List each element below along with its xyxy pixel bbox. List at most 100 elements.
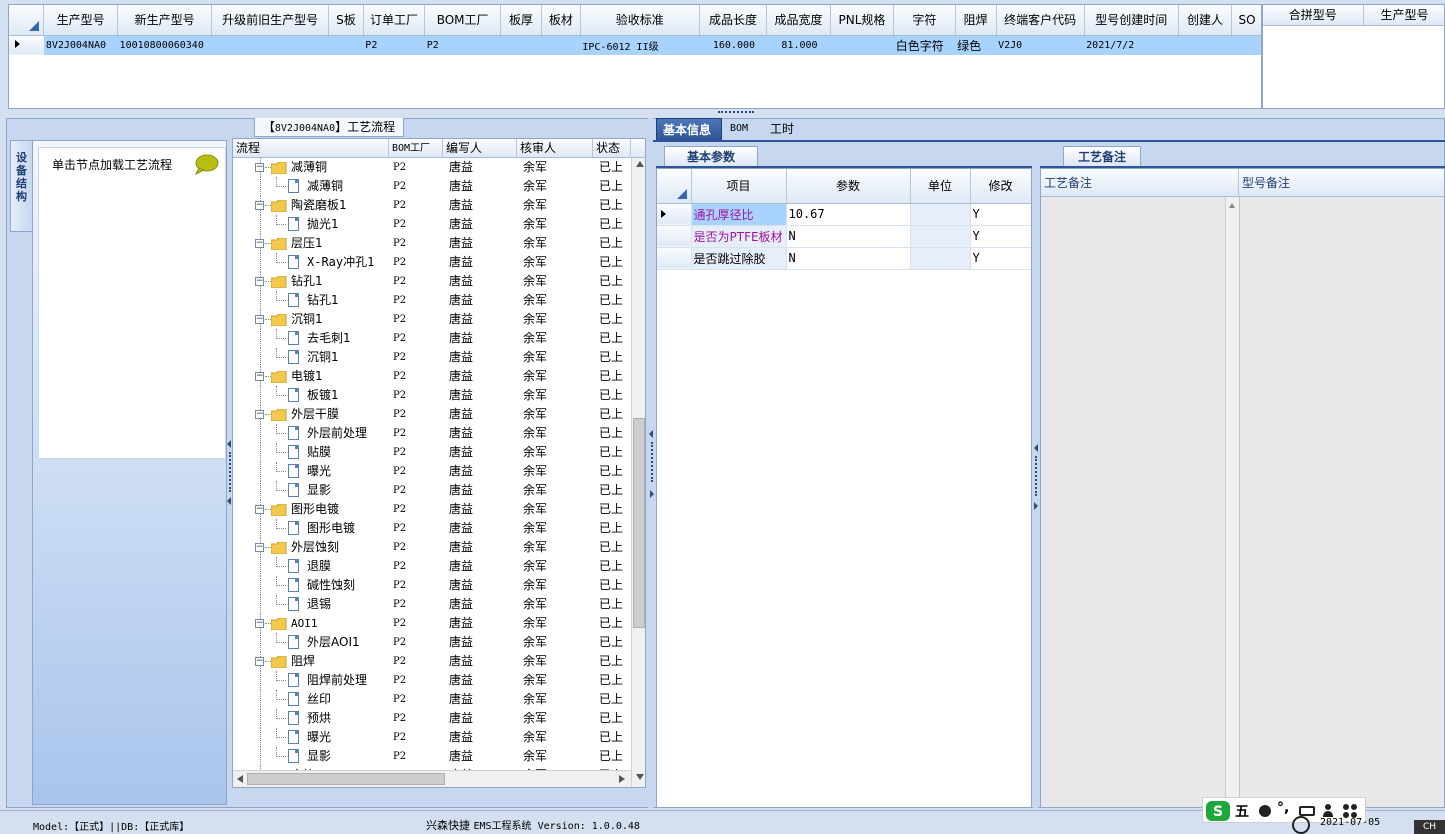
tree-node-label[interactable]: 外层蚀刻 (291, 538, 339, 557)
tree-cell-writer[interactable]: 唐益 (449, 272, 473, 291)
grid-cell[interactable] (328, 35, 364, 55)
grid-col-header[interactable]: SO (1231, 5, 1261, 36)
tree-cell-writer[interactable]: 唐益 (449, 576, 473, 595)
tree-cell-status[interactable]: 已上网 (599, 215, 631, 234)
tree-group-node[interactable]: − AOI1 P2 唐益 余军 已上网 (233, 614, 631, 633)
tree-node-label[interactable]: 外层AOI1 (307, 633, 360, 652)
grid-col-header[interactable]: 生产型号 (43, 5, 119, 36)
tree-cell-reviewer[interactable]: 余军 (523, 671, 547, 690)
grid-col-header[interactable]: 字符 (893, 5, 956, 36)
tree-cell-reviewer[interactable]: 余军 (523, 424, 547, 443)
tree-cell-writer[interactable]: 唐益 (449, 367, 473, 386)
collapse-node-icon[interactable]: − (255, 315, 264, 324)
tree-cell-writer[interactable]: 唐益 (449, 614, 473, 633)
tree-cell-status[interactable]: 已上网 (599, 500, 631, 519)
tree-cell-bom[interactable]: P2 (393, 215, 406, 234)
scroll-left-icon[interactable] (237, 775, 243, 783)
tree-node-label[interactable]: 贴膜 (307, 443, 331, 462)
tree-cell-writer[interactable]: 唐益 (449, 652, 473, 671)
tree-cell-reviewer[interactable]: 余军 (523, 747, 547, 766)
tree-group-node[interactable]: − 图形电镀 P2 唐益 余军 已上网 (233, 500, 631, 519)
tree-cell-writer[interactable]: 唐益 (449, 519, 473, 538)
tree-cell-bom[interactable]: P2 (393, 576, 406, 595)
collapse-right-icon[interactable] (1034, 502, 1038, 510)
tree-group-node[interactable]: − 电镀1 P2 唐益 余军 已上网 (233, 367, 631, 386)
tree-node-label[interactable]: 预烘 (307, 709, 331, 728)
tree-node-label[interactable]: 外层前处理 (307, 424, 367, 443)
tree-step-node[interactable]: 抛光1 P2 唐益 余军 已上网 (233, 215, 631, 234)
tree-group-node[interactable]: − 层压1 P2 唐益 余军 已上网 (233, 234, 631, 253)
tree-node-label[interactable]: 图形电镀 (307, 519, 355, 538)
tree-cell-writer[interactable]: 唐益 (449, 538, 473, 557)
tab-process-remarks[interactable]: 工艺备注 (1063, 146, 1141, 167)
param-unit[interactable] (910, 203, 971, 226)
tree-cell-status[interactable]: 已上网 (599, 196, 631, 215)
production-model-grid[interactable]: 生产型号 新生产型号 升级前旧生产型号 S板 订单工厂 BOM工厂 板厚 板材 验收标准 成品长度… (8, 4, 1262, 109)
tree-cell-reviewer[interactable]: 余军 (523, 538, 547, 557)
tree-cell-writer[interactable]: 唐益 (449, 500, 473, 519)
tree-col-writer[interactable]: 编写人 (443, 139, 517, 158)
param-item[interactable]: 通孔厚径比 (691, 203, 787, 226)
tree-step-node[interactable]: 显影 P2 唐益 余军 已上网 (233, 747, 631, 766)
grid-cell[interactable]: 2021/7/2 (1084, 35, 1179, 55)
tab-work-hours[interactable]: 工时 (764, 118, 800, 140)
tree-horizontal-scrollbar[interactable] (233, 770, 631, 787)
tree-cell-writer[interactable]: 唐益 (449, 177, 473, 196)
tree-cell-status[interactable]: 已上网 (599, 158, 631, 177)
tree-step-node[interactable]: 减薄铜 P2 唐益 余军 已上网 (233, 177, 631, 196)
basic-params-grid[interactable]: 项目 参数 单位 修改 通孔厚径比 10.67 Y 是否为PTFE板材 N Y (656, 168, 1032, 808)
tree-node-label[interactable]: 丝印 (307, 690, 331, 709)
tree-cell-reviewer[interactable]: 余军 (523, 329, 547, 348)
tree-col-bom[interactable]: BOM工厂 (389, 139, 443, 158)
grid-col-header[interactable]: PNL规格 (830, 5, 895, 36)
equipment-structure-tab[interactable]: 设备结构 (10, 140, 32, 232)
collapse-node-icon[interactable]: − (255, 277, 264, 286)
tree-node-label[interactable]: 退膜 (307, 557, 331, 576)
splitter-grip[interactable] (229, 452, 231, 492)
param-unit[interactable] (910, 225, 971, 248)
grid-col-header[interactable]: 创建人 (1178, 5, 1233, 36)
tree-group-node[interactable]: − 钻孔1 P2 唐益 余军 已上网 (233, 272, 631, 291)
grid-col-header[interactable]: 成品长度 (699, 5, 768, 36)
tree-cell-status[interactable]: 已上网 (599, 652, 631, 671)
tree-cell-reviewer[interactable]: 余军 (523, 557, 547, 576)
tree-cell-bom[interactable]: P2 (393, 500, 406, 519)
tree-node-label[interactable]: 板镀1 (307, 386, 339, 405)
tree-cell-bom[interactable]: P2 (393, 291, 406, 310)
tree-cell-status[interactable]: 已上网 (599, 557, 631, 576)
tree-node-label[interactable]: 退锡 (307, 595, 331, 614)
tree-cell-status[interactable]: 已上网 (599, 253, 631, 272)
tree-node-label[interactable]: AOI1 (291, 614, 318, 633)
grid-cell[interactable] (1178, 35, 1232, 55)
tree-cell-bom[interactable]: P2 (393, 310, 406, 329)
collapse-node-icon[interactable]: − (255, 201, 264, 210)
tree-cell-reviewer[interactable]: 余军 (523, 310, 547, 329)
tree-node-label[interactable]: 外层干膜 (291, 405, 339, 424)
tree-cell-status[interactable]: 已上网 (599, 272, 631, 291)
grid-cell[interactable]: V2J0 (996, 35, 1085, 55)
tree-group-node[interactable]: − 陶瓷磨板1 P2 唐益 余军 已上网 (233, 196, 631, 215)
scroll-thumb[interactable] (247, 773, 445, 785)
tree-cell-bom[interactable]: P2 (393, 557, 406, 576)
collapse-left-icon[interactable] (227, 440, 231, 448)
tree-cell-status[interactable]: 已上网 (599, 747, 631, 766)
param-value[interactable]: N (786, 225, 911, 248)
grid-cell[interactable] (830, 35, 894, 55)
scroll-thumb[interactable] (633, 418, 645, 628)
tree-node-label[interactable]: 减薄铜 (291, 158, 327, 177)
param-item[interactable]: 是否跳过除胶 (691, 247, 787, 270)
param-value[interactable]: 10.67 (786, 203, 911, 226)
tree-vertical-scrollbar[interactable] (631, 158, 645, 787)
collapse-left-icon[interactable] (1034, 444, 1038, 452)
scroll-down-icon[interactable] (636, 774, 644, 780)
grid-col-header[interactable]: 阻焊 (955, 5, 997, 36)
grid-cell[interactable]: 绿色 (955, 35, 997, 55)
param-item[interactable]: 是否为PTFE板材 (691, 225, 787, 248)
lang-indicator[interactable]: CH (1414, 820, 1445, 834)
tree-cell-bom[interactable]: P2 (393, 329, 406, 348)
tree-cell-reviewer[interactable]: 余军 (523, 177, 547, 196)
merge-col-header[interactable]: 合拼型号 (1263, 5, 1364, 26)
tree-cell-status[interactable]: 已上网 (599, 177, 631, 196)
collapse-node-icon[interactable]: − (255, 372, 264, 381)
tree-step-node[interactable]: 曝光 P2 唐益 余军 已上网 (233, 728, 631, 747)
